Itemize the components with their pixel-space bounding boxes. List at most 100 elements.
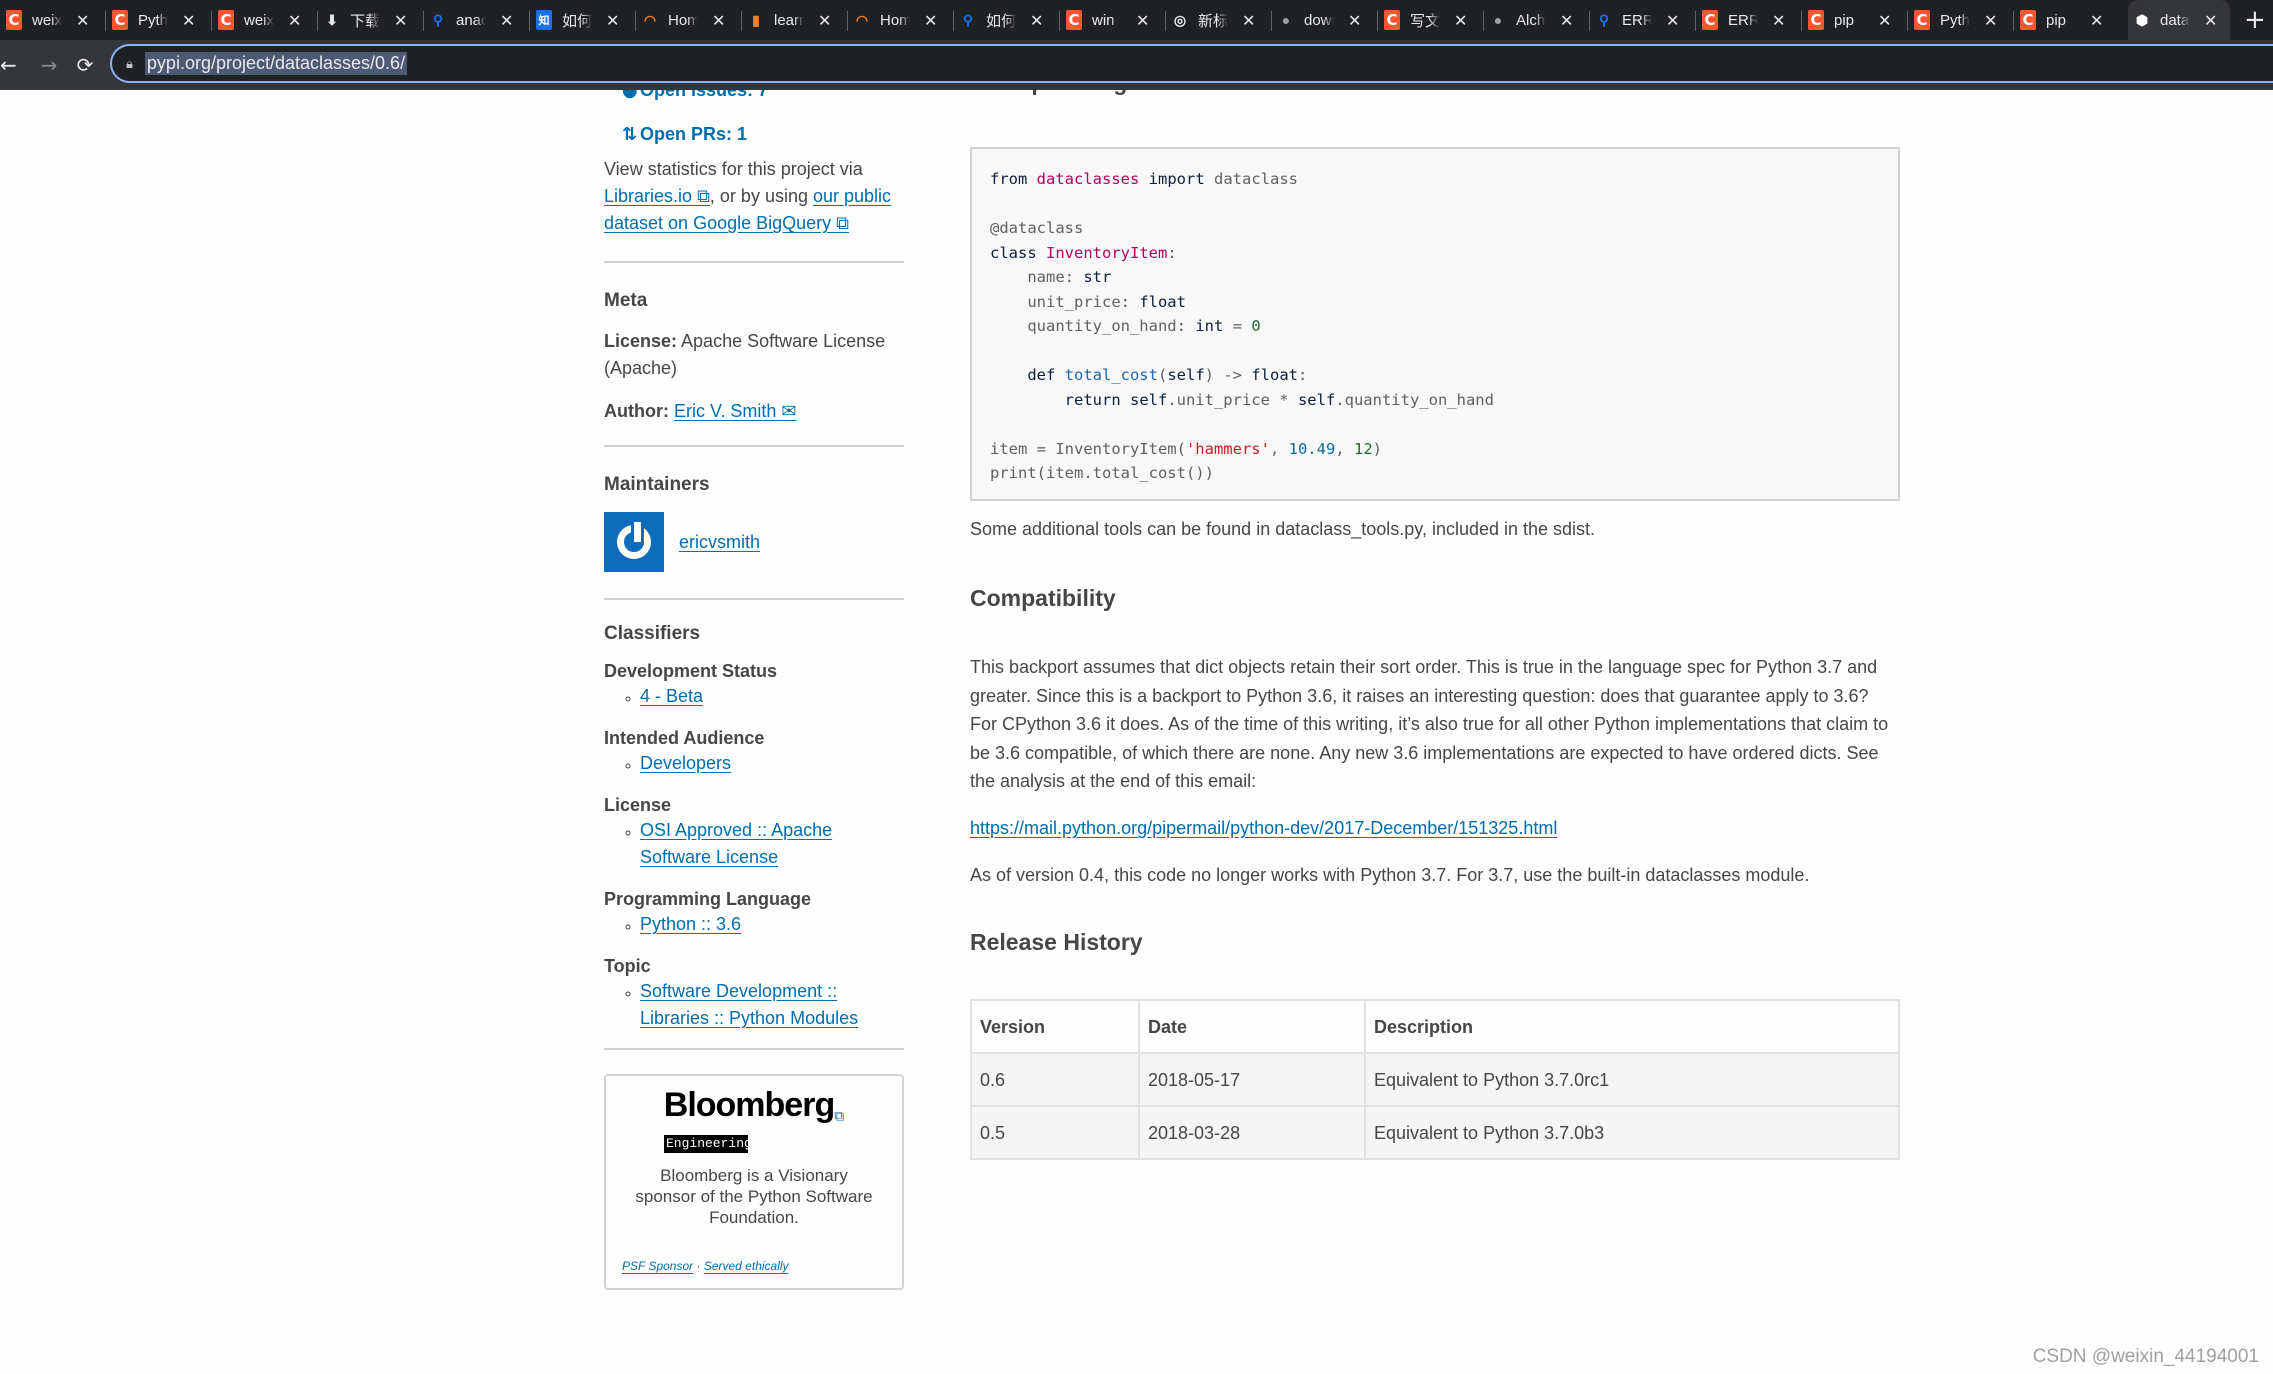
close-icon[interactable]: ✕: [712, 11, 725, 30]
browser-tab[interactable]: C Python ✕: [106, 0, 212, 40]
url-text[interactable]: pypi.org/project/dataclasses/0.6/: [144, 52, 408, 75]
tab-title: Alchemy: [1516, 11, 1546, 29]
close-icon[interactable]: ✕: [500, 11, 513, 30]
classifier-link[interactable]: Python :: 3.6: [640, 914, 741, 934]
browser-tab[interactable]: Cweixin ✕: [0, 0, 106, 40]
external-link-icon: ⧉: [836, 213, 850, 233]
maintainers-heading: Maintainers: [604, 474, 710, 495]
close-icon[interactable]: ✕: [1348, 11, 1361, 30]
classifier-group: Programming LanguagePython :: 3.6: [604, 887, 904, 938]
close-icon[interactable]: ✕: [1242, 11, 1255, 30]
close-icon[interactable]: ✕: [1984, 11, 1997, 30]
tab-title: 如何: [562, 12, 592, 30]
list-item: OSI Approved :: Apache Software License: [640, 817, 904, 871]
divider: [604, 598, 904, 600]
lock-icon: 🔒︎: [126, 55, 133, 71]
browser-tab[interactable]: ◎ 新标签页 ✕: [1166, 0, 1272, 40]
table-row: 0.6 2018-05-17 Equivalent to Python 3.7.…: [970, 1052, 1900, 1107]
sponsor-card: Bloomberg⧉ Engineering Bloomberg is a Vi…: [604, 1074, 904, 1290]
meta-heading: Meta: [604, 290, 648, 311]
package-icon: ⬢: [2135, 11, 2149, 28]
external-link-icon: ⧉: [697, 186, 710, 206]
tab-title: 新标签页: [1198, 12, 1228, 30]
close-icon[interactable]: ✕: [1878, 11, 1891, 30]
classifier-link[interactable]: OSI Approved :: Apache Software License: [640, 820, 832, 867]
browser-tab[interactable]: Cweixin ✕: [212, 0, 318, 40]
tab-title: 如何: [986, 12, 1016, 30]
browser-tab[interactable]: ● Alchemy ✕: [1484, 0, 1590, 40]
browser-tab[interactable]: ⬢ dataclasses ✕: [2128, 0, 2230, 40]
tools-paragraph: Some additional tools can be found in da…: [970, 519, 1596, 539]
close-icon[interactable]: ✕: [1454, 11, 1467, 30]
browser-tab[interactable]: ⚲ 如何 ✕: [954, 0, 1060, 40]
browser-toolbar: ← → ⟳ 🔒︎ pypi.org/project/dataclasses/0.…: [0, 40, 2273, 90]
browser-tab[interactable]: C ERROR ✕: [1696, 0, 1802, 40]
maintainer-link[interactable]: ericvsmith: [679, 529, 760, 556]
compatibility-paragraph: This backport assumes that dict objects …: [970, 657, 1889, 791]
psf-sponsor-link[interactable]: PSF Sponsor: [622, 1259, 693, 1273]
description-cell: Equivalent to Python 3.7.0b3: [1364, 1105, 1900, 1160]
browser-tab[interactable]: ▮ learn ✕: [742, 0, 848, 40]
libraries-io-link[interactable]: Libraries.io ⧉: [604, 186, 710, 206]
close-icon[interactable]: ✕: [76, 11, 89, 30]
close-icon[interactable]: ✕: [924, 11, 937, 30]
column-header-description: Description: [1364, 999, 1900, 1054]
browser-tab[interactable]: ◠ Home ✕: [848, 0, 954, 40]
browser-tab[interactable]: 知如何 ✕: [530, 0, 636, 40]
close-icon[interactable]: ✕: [1560, 11, 1573, 30]
browser-tab[interactable]: ⚲ ERROR ✕: [1590, 0, 1696, 40]
browser-tab[interactable]: C 写文章 ✕: [1378, 0, 1484, 40]
classifier-link[interactable]: 4 - Beta: [640, 686, 703, 706]
avatar[interactable]: [604, 512, 664, 572]
close-icon[interactable]: ✕: [394, 11, 407, 30]
browser-tab[interactable]: C Python ✕: [1908, 0, 2014, 40]
tab-strip: Cweixin✕CPython✕Cweixin✕⬇下载✕⚲anaconda✕知如…: [0, 0, 2273, 40]
close-icon[interactable]: ✕: [1136, 11, 1149, 30]
close-icon[interactable]: ✕: [818, 11, 831, 30]
browser-tab[interactable]: ◠ Home ✕: [636, 0, 742, 40]
browser-tab[interactable]: Cwin ✕: [1060, 0, 1166, 40]
globe-icon: ●: [1493, 12, 1503, 28]
close-icon[interactable]: ✕: [2090, 11, 2103, 30]
classifier-items: OSI Approved :: Apache Software License: [604, 817, 904, 871]
close-icon[interactable]: ✕: [606, 11, 619, 30]
served-ethically-link[interactable]: Served ethically: [704, 1259, 789, 1273]
csdn-icon: C: [2020, 10, 2036, 30]
tab-title: Home: [880, 11, 910, 29]
classifier-group: LicenseOSI Approved :: Apache Software L…: [604, 793, 904, 871]
open-issues-link[interactable]: ● Open issues: 7: [604, 90, 904, 105]
classifier-link[interactable]: Developers: [640, 753, 731, 773]
back-button[interactable]: ←: [0, 53, 18, 77]
classifier-group: TopicSoftware Development :: Libraries :…: [604, 954, 904, 1032]
python-dev-email-link[interactable]: https://mail.python.org/pipermail/python…: [970, 818, 1557, 838]
classifier-link[interactable]: Software Development :: Libraries :: Pyt…: [640, 981, 858, 1028]
classifier-items: Python :: 3.6: [604, 911, 904, 938]
browser-tab[interactable]: Cpip ✕: [2014, 0, 2120, 40]
reload-button[interactable]: ⟳: [68, 53, 102, 77]
close-icon[interactable]: ✕: [1666, 11, 1679, 30]
address-bar[interactable]: 🔒︎ pypi.org/project/dataclasses/0.6/: [110, 44, 2273, 83]
close-icon[interactable]: ✕: [288, 11, 301, 30]
email-link-paragraph: https://mail.python.org/pipermail/python…: [970, 814, 1557, 842]
maintainer-row: ericvsmith: [604, 512, 904, 572]
sponsor-logo[interactable]: Bloomberg⧉ Engineering: [606, 1076, 902, 1153]
classifier-items: Software Development :: Libraries :: Pyt…: [604, 978, 904, 1032]
csdn-icon: C: [6, 10, 22, 30]
author-email-link[interactable]: Eric V. Smith ✉: [674, 401, 796, 421]
divider: [604, 445, 904, 447]
browser-tab[interactable]: ● down ✕: [1272, 0, 1378, 40]
sponsor-description: Bloomberg is a Visionary sponsor of the …: [635, 1165, 873, 1227]
forward-button[interactable]: →: [32, 53, 66, 77]
description-cell: Equivalent to Python 3.7.0rc1: [1364, 1052, 1900, 1107]
browser-tab[interactable]: ⚲ anaconda ✕: [424, 0, 530, 40]
close-icon[interactable]: ✕: [1772, 11, 1785, 30]
csdn-icon: C: [1066, 10, 1082, 30]
browser-tab[interactable]: Cpip ✕: [1802, 0, 1908, 40]
classifier-heading: License: [604, 795, 672, 815]
new-tab-button[interactable]: +: [2244, 5, 2266, 35]
open-prs-link[interactable]: ⇅ Open PRs: 1: [604, 119, 904, 149]
browser-tab[interactable]: ⬇ 下载 ✕: [318, 0, 424, 40]
close-icon[interactable]: ✕: [2204, 11, 2217, 30]
close-icon[interactable]: ✕: [182, 11, 195, 30]
close-icon[interactable]: ✕: [1030, 11, 1043, 30]
